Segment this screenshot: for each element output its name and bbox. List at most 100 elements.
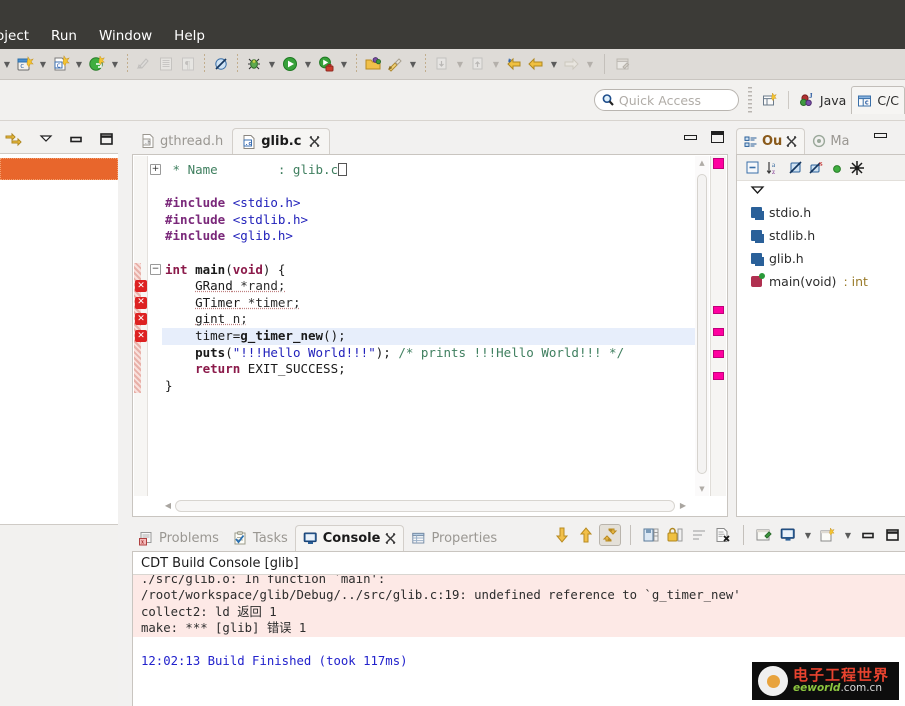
tab-outline[interactable]: Ou — [736, 128, 806, 154]
tab-tasks[interactable]: Tasks — [226, 525, 295, 551]
outline-item[interactable]: main(void) : int — [737, 270, 905, 293]
new-console-dropdown-arrow[interactable]: ▼ — [841, 524, 855, 546]
next-annotation-dropdown-arrow[interactable]: ▼ — [453, 53, 467, 75]
code-text-area[interactable]: * Name : glib.c #include <stdio.h> #inclu… — [162, 156, 696, 496]
toolbar-new-c-file-button[interactable]: c — [50, 49, 72, 80]
display-console-icon[interactable] — [777, 524, 799, 546]
error-marker-icon[interactable]: ✕ — [135, 330, 147, 342]
toolbar-build-button[interactable] — [384, 49, 406, 80]
lock-console-icon[interactable] — [664, 524, 686, 546]
editor-vertical-scrollbar[interactable]: ▲ ▼ — [695, 156, 709, 496]
perspective-cpp[interactable]: c C/C — [851, 86, 905, 114]
outline-item[interactable]: glib.h — [737, 247, 905, 270]
project-explorer-selected-item[interactable] — [0, 158, 118, 180]
scroll-left-arrow[interactable]: ◀ — [163, 501, 173, 511]
editor-scroll-thumb[interactable] — [697, 174, 707, 474]
tab-properties[interactable]: Properties — [404, 525, 504, 551]
console-minimize-icon[interactable] — [857, 524, 879, 546]
editor-maximize-icon[interactable] — [711, 131, 724, 143]
toolbar-new-gtk-button[interactable] — [86, 49, 108, 80]
editor-tab-glib-c[interactable]: .c glib.c — [232, 128, 331, 154]
outline-item[interactable]: stdio.h — [737, 201, 905, 224]
editor-minimize-icon[interactable] — [684, 134, 697, 140]
search-input[interactable]: Quick Access — [619, 93, 701, 108]
toolbar-new-project-button[interactable]: c — [14, 49, 36, 80]
menu-item-help[interactable]: Help — [163, 26, 216, 46]
toolbar-save-button[interactable] — [133, 49, 155, 80]
search-box[interactable]: Quick Access — [593, 89, 739, 111]
menu-item-run[interactable]: Run — [40, 26, 88, 46]
overview-error-marker[interactable] — [713, 372, 724, 380]
fold-toggle[interactable]: + — [150, 164, 161, 175]
editor-hscroll-thumb[interactable] — [175, 500, 675, 512]
error-marker-icon[interactable]: ✕ — [135, 313, 147, 326]
console-maximize-icon[interactable] — [881, 524, 903, 546]
close-icon[interactable] — [309, 136, 320, 147]
toolbar-overflow-arrow[interactable]: ▼ — [0, 53, 14, 75]
toolbar-debug-button[interactable] — [243, 49, 265, 80]
hide-nonpublic-icon[interactable] — [830, 161, 844, 175]
maximize-icon[interactable] — [98, 132, 114, 146]
tab-problems[interactable]: x Problems — [132, 525, 226, 551]
tab-console[interactable]: Console — [294, 525, 405, 551]
collapse-all-icon[interactable] — [745, 160, 761, 175]
scroll-up-icon[interactable] — [575, 524, 597, 546]
menu-item-project[interactable]: oject — [0, 26, 40, 46]
new-project-dropdown-arrow[interactable]: ▼ — [36, 53, 50, 75]
new-gtk-dropdown-arrow[interactable]: ▼ — [108, 53, 122, 75]
editor-tab-gthread-h[interactable]: .h gthread.h — [132, 128, 232, 154]
hide-static-icon[interactable]: S — [809, 160, 825, 175]
editor-overview-ruler[interactable] — [710, 156, 726, 496]
display-console-dropdown-arrow[interactable]: ▼ — [801, 524, 815, 546]
new-c-file-dropdown-arrow[interactable]: ▼ — [72, 53, 86, 75]
toolbar-open-element-button[interactable] — [362, 49, 384, 80]
pin-console-icon[interactable] — [753, 524, 775, 546]
scroll-up-arrow[interactable]: ▲ — [698, 159, 706, 167]
open-perspective-button[interactable] — [757, 87, 783, 113]
view-menu-icon[interactable] — [38, 133, 54, 145]
overview-error-marker[interactable] — [713, 328, 724, 336]
scroll-right-arrow[interactable]: ▶ — [678, 501, 688, 511]
wrap-icon[interactable] — [688, 524, 710, 546]
close-icon[interactable] — [786, 136, 797, 147]
back-history-dropdown-arrow[interactable]: ▼ — [547, 53, 561, 75]
toolbar-previous-annotation-button[interactable] — [467, 49, 489, 80]
toolbar-forward-button[interactable] — [561, 49, 583, 80]
menu-item-window[interactable]: Window — [88, 26, 163, 46]
run-dropdown-arrow[interactable]: ▼ — [301, 53, 315, 75]
external-tools-dropdown-arrow[interactable]: ▼ — [337, 53, 351, 75]
editor-folding-gutter[interactable] — [148, 156, 162, 496]
outline-minimize-icon[interactable] — [874, 133, 887, 138]
fold-toggle[interactable]: − — [150, 263, 161, 275]
overview-error-marker[interactable] — [713, 350, 724, 358]
previous-annotation-dropdown-arrow[interactable]: ▼ — [489, 53, 503, 75]
close-icon[interactable] — [385, 533, 396, 544]
toolbar-run-button[interactable] — [279, 49, 301, 80]
toolbar-external-tools-button[interactable] — [315, 49, 337, 80]
filter-icon[interactable] — [849, 160, 865, 176]
scroll-down-arrow[interactable]: ▼ — [698, 485, 706, 493]
toolbar-paragraph-button[interactable]: ¶ — [177, 49, 199, 80]
scroll-down-icon[interactable] — [551, 524, 573, 546]
clear-console-icon[interactable] — [712, 524, 734, 546]
debug-dropdown-arrow[interactable]: ▼ — [265, 53, 279, 75]
overview-error-marker[interactable] — [713, 306, 724, 314]
project-explorer-tree[interactable] — [0, 153, 118, 525]
scroll-lock-icon[interactable] — [599, 524, 621, 546]
toolbar-new-editor-button[interactable] — [612, 49, 634, 80]
minimize-icon[interactable] — [68, 133, 84, 145]
toolbar-back-button[interactable] — [503, 49, 525, 80]
forward-dropdown-arrow[interactable]: ▼ — [583, 53, 597, 75]
editor-horizontal-scrollbar[interactable]: ◀ ▶ — [163, 498, 688, 514]
error-marker-icon[interactable]: ✕ — [135, 296, 147, 309]
toolbar-print-button[interactable] — [155, 49, 177, 80]
new-console-icon[interactable] — [817, 524, 839, 546]
sort-az-icon[interactable]: az — [766, 160, 783, 176]
overview-error-summary-marker[interactable] — [713, 158, 724, 169]
perspective-java[interactable]: J Java — [794, 87, 851, 113]
outline-item[interactable]: stdlib.h — [737, 224, 905, 247]
toolbar-next-annotation-button[interactable] — [431, 49, 453, 80]
hide-fields-icon[interactable] — [788, 160, 804, 175]
perspective-bar-grip[interactable] — [747, 87, 752, 113]
tab-make-target[interactable]: Ma — [805, 128, 856, 154]
